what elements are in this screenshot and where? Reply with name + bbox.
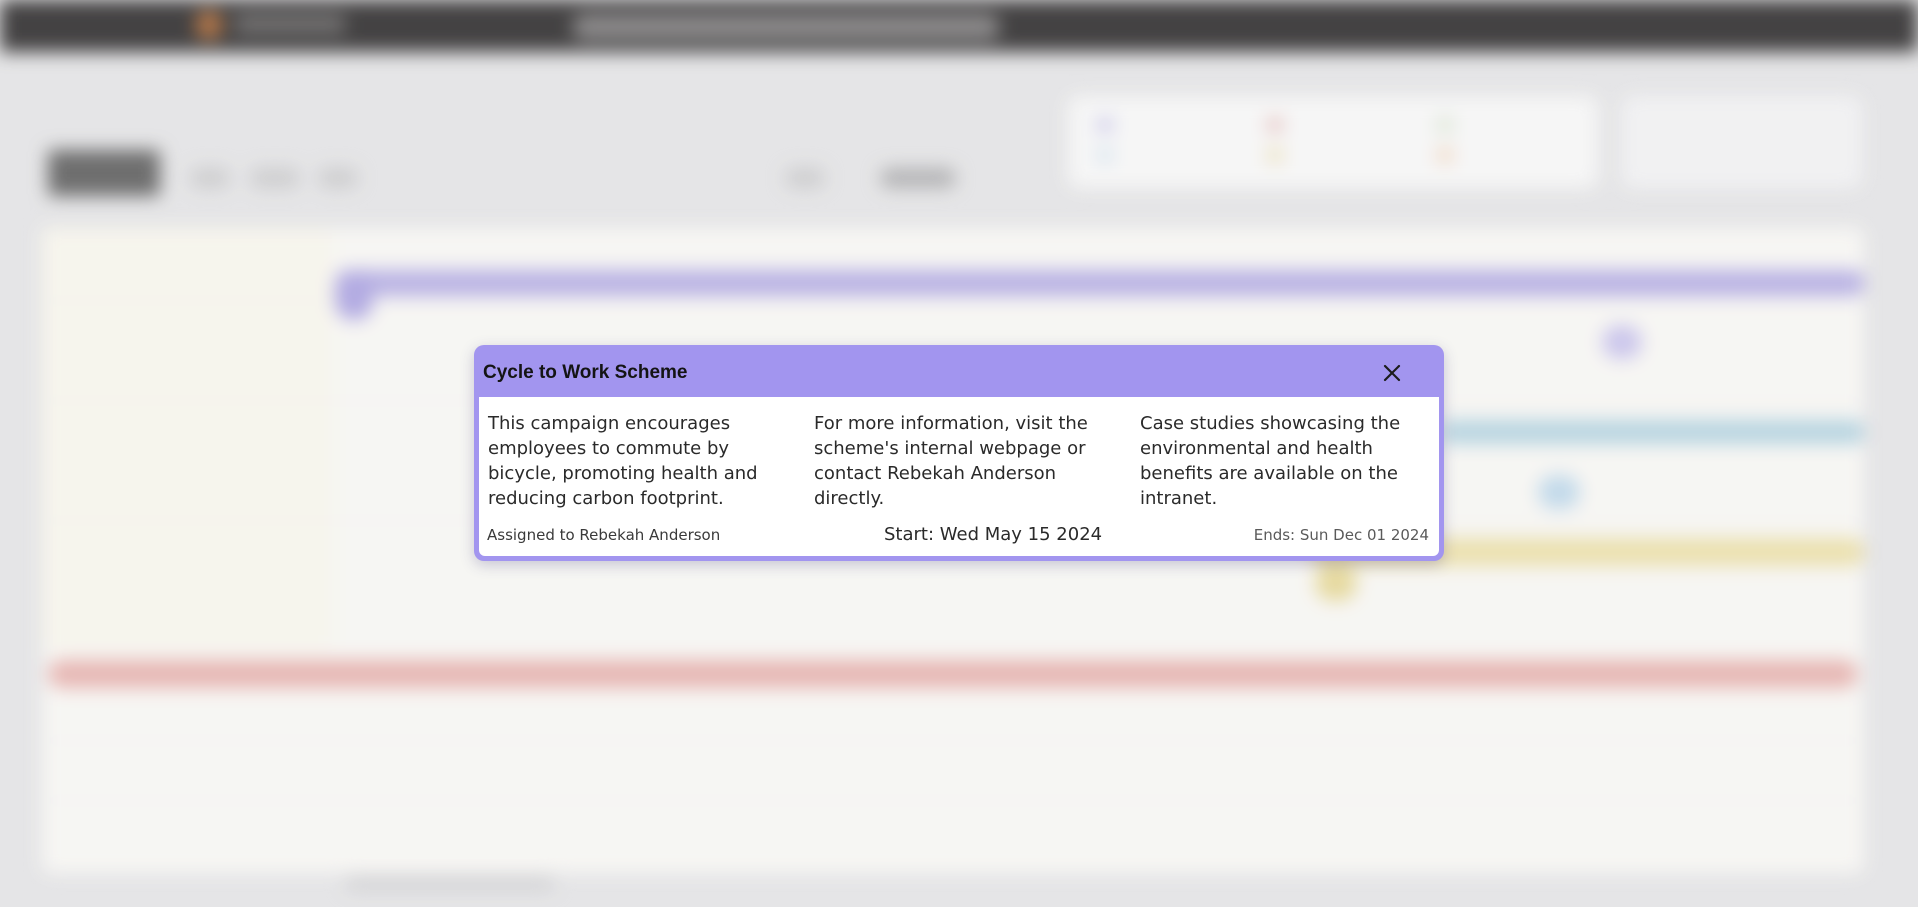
end-date-label: Ends: Sun Dec 01 2024 [1253, 526, 1429, 544]
campaign-details-modal: Cycle to Work Scheme This campaign encou… [474, 345, 1444, 561]
case-studies-column: Case studies showcasing the environmenta… [1140, 413, 1401, 509]
info-column: For more information, visit the scheme's… [814, 413, 1088, 509]
close-icon [1383, 364, 1401, 382]
modal-header: Cycle to Work Scheme [474, 345, 1444, 397]
modal-body: This campaign encourages employees to co… [479, 397, 1439, 556]
description-column: This campaign encourages employees to co… [488, 413, 758, 509]
modal-title: Cycle to Work Scheme [483, 362, 688, 383]
assigned-to-label: Assigned to Rebekah Anderson [487, 526, 721, 544]
start-date-label: Start: Wed May 15 2024 [884, 524, 1103, 545]
close-button[interactable] [1378, 359, 1406, 387]
